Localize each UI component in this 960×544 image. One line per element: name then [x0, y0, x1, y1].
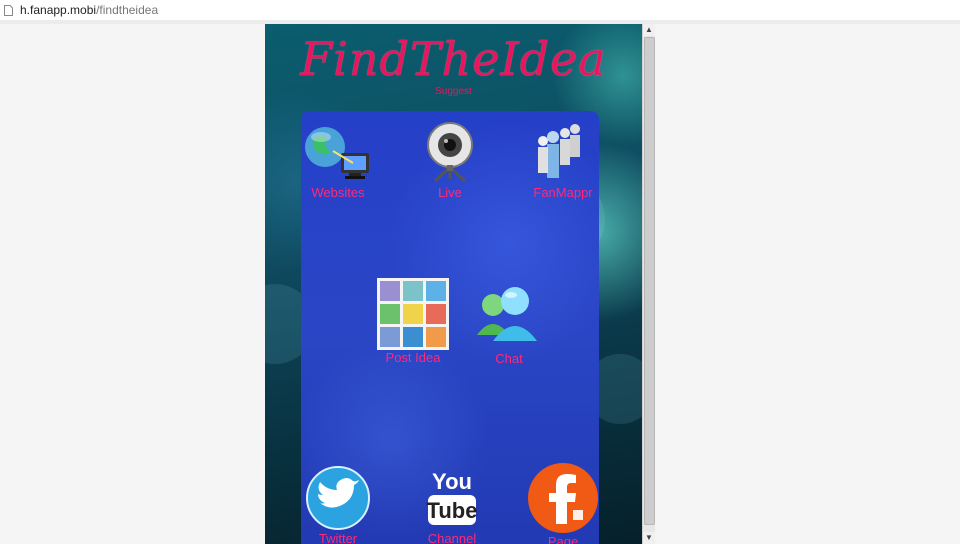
- tile-post-idea[interactable]: Post Idea: [375, 278, 451, 365]
- tile-label: Websites: [311, 185, 365, 200]
- tile-websites[interactable]: Websites: [301, 123, 375, 200]
- twitter-bird-icon: [306, 466, 370, 530]
- scroll-down-arrow-icon[interactable]: ▼: [643, 532, 655, 544]
- tile-label: Chat: [495, 351, 523, 366]
- menu-panel: Websites Live FanMappr Post Idea Chat Tw…: [301, 111, 599, 544]
- tile-label: Live: [438, 185, 462, 200]
- facebook-icon: [528, 463, 598, 533]
- tile-label: Page: [547, 534, 579, 544]
- svg-text:Tube: Tube: [427, 498, 478, 523]
- tile-label: FanMappr: [533, 185, 593, 200]
- tile-label: Channel: [427, 531, 477, 544]
- tile-channel[interactable]: You Tube Channel: [415, 469, 489, 544]
- suggest-link[interactable]: Suggest: [265, 86, 642, 97]
- tile-page[interactable]: Page: [527, 462, 599, 544]
- tile-chat[interactable]: Chat: [471, 281, 547, 366]
- post-idea-grid-icon: [377, 278, 449, 350]
- svg-text:You: You: [432, 469, 472, 494]
- page-icon: [4, 4, 13, 16]
- youtube-icon: You Tube: [427, 469, 478, 525]
- app-viewport: FindTheIdea Suggest Websites Live FanMap…: [265, 24, 642, 544]
- webcam-icon: [427, 122, 473, 183]
- scroll-up-arrow-icon[interactable]: ▲: [643, 24, 655, 36]
- tile-fanmappr[interactable]: FanMappr: [527, 119, 599, 200]
- app-logo: FindTheIdea: [300, 32, 607, 86]
- tile-label: Post Idea: [385, 350, 441, 365]
- vertical-scrollbar[interactable]: ▲ ▼: [642, 24, 655, 544]
- people-group-icon: [538, 124, 580, 178]
- chat-users-icon: [477, 287, 537, 341]
- tile-label: Twitter: [318, 531, 358, 544]
- url-host: h.fanapp.mobi: [20, 3, 97, 17]
- scrollbar-thumb[interactable]: [644, 37, 655, 525]
- globe-monitor-icon: [305, 127, 369, 179]
- tile-twitter[interactable]: Twitter: [301, 465, 375, 544]
- tile-live[interactable]: Live: [413, 121, 487, 200]
- url-path: /findtheidea: [96, 3, 159, 17]
- address-bar[interactable]: h.fanapp.mobi/findtheidea: [0, 0, 960, 21]
